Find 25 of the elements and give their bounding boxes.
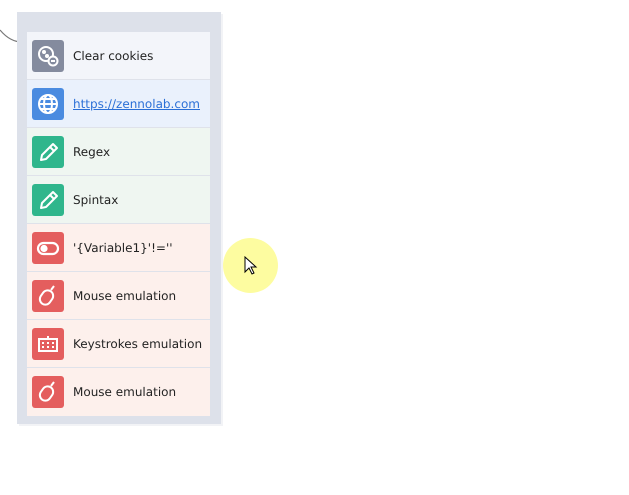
action-block[interactable]: Spintax (27, 176, 210, 224)
pencil-icon (32, 136, 64, 168)
toggle-icon (32, 232, 64, 264)
action-label: Mouse emulation (73, 385, 176, 399)
action-label: Clear cookies (73, 48, 154, 62)
mouse-icon (32, 376, 64, 408)
mouse-icon (32, 280, 64, 312)
action-block[interactable]: '{Variable1}'!='' (27, 224, 210, 272)
action-block[interactable]: Mouse emulation (27, 368, 210, 416)
cursor-icon (244, 256, 258, 276)
action-label: Mouse emulation (73, 288, 176, 302)
pencil-icon (32, 184, 64, 216)
keyboard-icon (32, 328, 64, 360)
url-link[interactable]: https://zennolab.com (73, 96, 200, 110)
action-block[interactable]: Clear cookies (27, 32, 210, 80)
action-block[interactable]: https://zennolab.com (27, 80, 210, 128)
action-block[interactable]: Regex (27, 128, 210, 176)
action-block[interactable]: Keystrokes emulation (27, 320, 210, 368)
action-label: Spintax (73, 192, 118, 206)
action-label: '{Variable1}'!='' (73, 240, 173, 254)
globe-icon (32, 88, 64, 120)
cookie-icon (32, 40, 64, 72)
action-label: Keystrokes emulation (73, 336, 202, 350)
action-block[interactable]: Mouse emulation (27, 272, 210, 320)
action-label: Regex (73, 144, 110, 158)
